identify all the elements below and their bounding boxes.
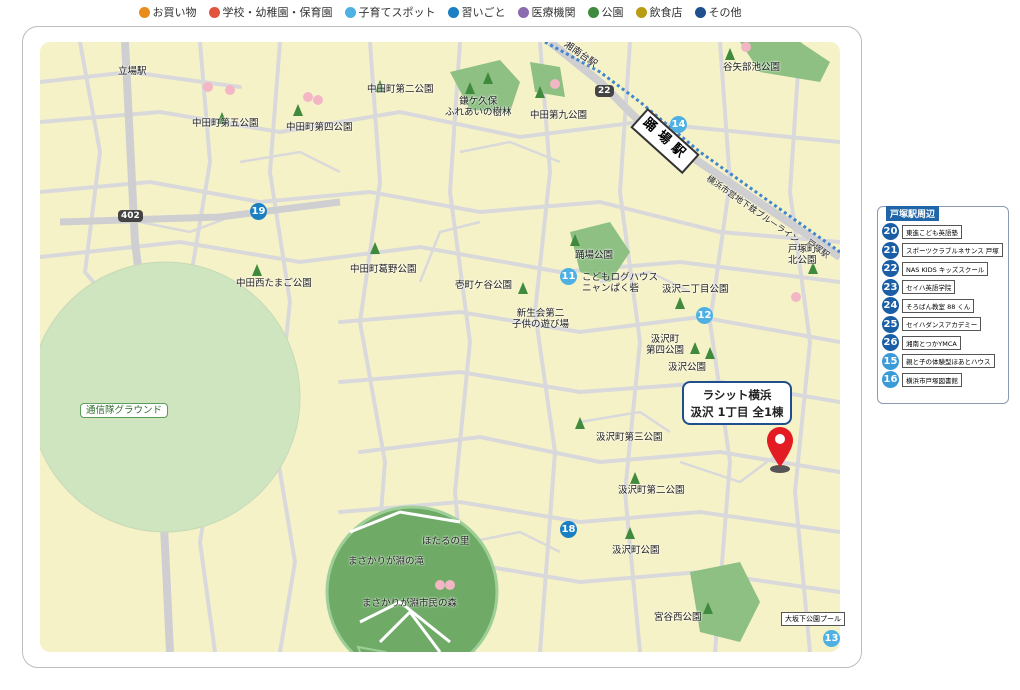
station-tachiba-label: 立場駅 — [118, 66, 147, 77]
sidebar-item[interactable]: 20 東進こども英語塾 — [882, 223, 962, 240]
legend-dot-icon — [587, 6, 599, 18]
property-name: ラシット横浜 — [702, 388, 772, 402]
legend-item: 学校・幼稚園・保育園 — [208, 4, 333, 20]
sidebar-item-number: 22 — [882, 260, 899, 277]
sidebar-item[interactable]: 22 NAS KIDS キッズスクール — [882, 260, 989, 277]
legend-dot-icon — [138, 6, 150, 18]
legend-dot-icon — [344, 6, 356, 18]
road-22-badge: 22 — [595, 85, 614, 97]
sidebar-item-label: NAS KIDS キッズスクール — [902, 261, 989, 276]
sidebar-item-number: 24 — [882, 297, 899, 314]
park-label: 中田町葛野公園 — [350, 264, 417, 275]
ground-label: 通信隊グラウンド — [80, 403, 169, 418]
legend-label: その他 — [708, 6, 742, 19]
legend-item: 飲食店 — [635, 4, 683, 20]
sidebar-item[interactable]: 16 横浜市戸塚図書館 — [882, 371, 962, 388]
sidebar-item[interactable]: 26 湘南とつかYMCA — [882, 334, 961, 351]
sidebar-item-number: 15 — [882, 352, 899, 370]
park-label: 新生会第二 子供の遊び場 — [512, 308, 570, 330]
legend-item: 習いごと — [447, 4, 506, 20]
park-label: 中田西たまご公園 — [236, 278, 312, 289]
sidebar-item-label: スポーツクラブルネサンス 戸塚 — [902, 243, 1003, 257]
property-callout[interactable]: ラシット横浜 汲沢 1丁目 全1棟 — [682, 381, 792, 425]
sidebar-item-number: 16 — [882, 371, 899, 388]
legend-label: 公園 — [601, 6, 624, 19]
park-label: 壱町ケ谷公園 — [455, 280, 513, 291]
inset-label: ほたるの里 — [422, 536, 470, 547]
totsuka-sidebar: 戸塚駅周辺 20 東進こども英語塾 21 スポーツクラブルネサンス 戸塚 22 NAS K… — [877, 206, 1009, 404]
legend-item: その他 — [694, 4, 742, 20]
inset-label: まさかりが淵の滝 — [348, 556, 425, 567]
area-map[interactable]: 立場駅 中田町第五公園 中田町第四公園 中田町第二公園 鎌ケ久保 ふれあいの樹林… — [40, 42, 840, 652]
legend-dot-icon — [694, 6, 706, 18]
park-label: 汲沢町第二公園 — [618, 485, 685, 496]
sidebar-item-number: 25 — [882, 315, 899, 333]
inset-map — [325, 505, 499, 652]
map-base — [40, 42, 840, 652]
legend-label: 医療機関 — [531, 6, 576, 19]
sidebar-item-number: 20 — [882, 223, 899, 240]
park-label: 中田第九公園 — [530, 110, 588, 121]
sidebar-title: 戸塚駅周辺 — [886, 206, 940, 221]
park-label: 中田町第五公園 — [192, 118, 259, 129]
legend-label: 子育てスポット — [358, 6, 436, 19]
park-miyaya — [690, 562, 760, 642]
park-label: 踊場公園 — [575, 250, 614, 261]
park-label: 中田町第二公園 — [367, 84, 434, 95]
sidebar-item-number: 21 — [882, 241, 899, 259]
legend-label: 飲食店 — [649, 6, 683, 19]
sidebar-item-label: そろばん教室 88 くん — [902, 298, 975, 313]
sidebar-item-label: 親と子の体験型ほあとハウス — [902, 354, 995, 368]
sidebar-item-number: 26 — [882, 334, 899, 351]
legend-label: 習いごと — [461, 6, 506, 19]
park-label: 汲沢公園 — [668, 362, 707, 373]
ground-area — [40, 261, 301, 533]
sidebar-item-label: 横浜市戸塚図書館 — [902, 372, 962, 387]
sidebar-item-label: セイハ英語学院 — [902, 280, 956, 294]
sidebar-item[interactable]: 21 スポーツクラブルネサンス 戸塚 — [882, 241, 1003, 259]
spot-number[interactable]: 13 — [823, 630, 840, 647]
legend-dot-icon — [208, 6, 220, 18]
pool-label: 大坂下公園プール — [781, 612, 845, 626]
sidebar-item[interactable]: 15 親と子の体験型ほあとハウス — [882, 352, 995, 370]
legend-dot-icon — [447, 6, 459, 18]
park-label: 鎌ケ久保 ふれあいの樹林 — [445, 96, 512, 118]
legend-item: 子育てスポット — [344, 4, 436, 20]
inset-label: まさかりが淵市民の森 — [362, 598, 458, 609]
park-label: 中田町第四公園 — [286, 122, 353, 133]
spot-number[interactable]: 19 — [250, 203, 267, 220]
park-label: 汲沢町 第四公園 — [646, 334, 685, 356]
spot-number[interactable]: 18 — [560, 521, 577, 538]
road-402-badge: 402 — [118, 210, 143, 222]
legend-item: 医療機関 — [517, 4, 576, 20]
property-pin — [767, 427, 793, 473]
legend-label: 学校・幼稚園・保育園 — [222, 6, 333, 19]
spot-label: こどもログハウス ニャンぱく砦 — [582, 272, 659, 294]
legend-item: 公園 — [587, 4, 624, 20]
sidebar-item-number: 23 — [882, 278, 899, 296]
sidebar-item[interactable]: 23 セイハ英語学院 — [882, 278, 956, 296]
sidebar-item[interactable]: 25 セイハダンスアカデミー — [882, 315, 982, 333]
map-legend: お買い物 学校・幼稚園・保育園 子育てスポット 習いごと 医療機関 公園 飲食店 その他 — [0, 4, 880, 20]
spot-number[interactable]: 12 — [696, 307, 713, 324]
legend-item: お買い物 — [138, 4, 197, 20]
sidebar-item-label: 東進こども英語塾 — [902, 224, 962, 239]
sidebar-item-label: セイハダンスアカデミー — [902, 317, 982, 331]
park-label: 汲沢町公園 — [612, 545, 660, 556]
legend-dot-icon — [517, 6, 529, 18]
park-label: 谷矢部池公園 — [723, 62, 781, 73]
park-label: 汲沢町第三公園 — [596, 432, 663, 443]
park-label: 汲沢二丁目公園 — [662, 284, 729, 295]
sidebar-item-label: 湘南とつかYMCA — [902, 335, 961, 350]
property-address: 汲沢 1丁目 全1棟 — [690, 405, 784, 419]
park-label: 宮谷西公園 — [654, 612, 702, 623]
sidebar-item[interactable]: 24 そろばん教室 88 くん — [882, 297, 975, 314]
legend-dot-icon — [635, 6, 647, 18]
legend-label: お買い物 — [152, 6, 197, 19]
spot-number[interactable]: 11 — [560, 268, 577, 285]
